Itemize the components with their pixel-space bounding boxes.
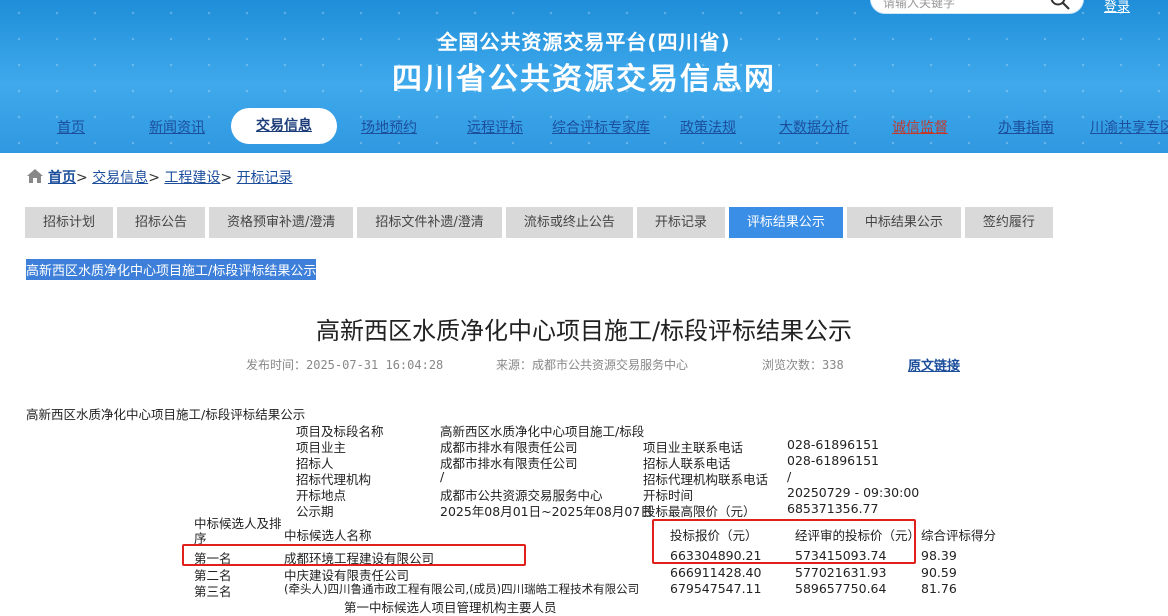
category-tabs: 招标计划 招标公告 资格预审补遗/澄清 招标文件补遗/澄清 流标或终止公告 开标… <box>25 207 1053 238</box>
breadcrumb-home[interactable]: 首页 <box>48 170 76 186</box>
home-icon <box>27 169 43 183</box>
nav-big-data[interactable]: 大数据分析 <box>779 117 849 137</box>
tab-evaluation-result[interactable]: 评标结果公示 <box>728 207 843 238</box>
breadcrumb-sep: > <box>76 170 88 186</box>
candidate-rank: 第三名 <box>194 584 232 599</box>
breadcrumb-trade-info[interactable]: 交易信息 <box>92 170 148 186</box>
candidate-score: 81.76 <box>921 581 957 596</box>
nav-expert-pool[interactable]: 综合评标专家库 <box>552 117 650 137</box>
candidate-reviewed: 577021631.93 <box>795 565 887 580</box>
search-placeholder: 请输入关键字 <box>883 0 956 10</box>
nav-credit-supervision[interactable]: 诚信监督 <box>892 117 948 137</box>
breadcrumb-sep: > <box>220 170 233 186</box>
search-icon[interactable] <box>1049 0 1071 11</box>
view-count: 浏览次数：338 <box>762 358 844 372</box>
footer-line: 第一中标候选人项目管理机构主要人员 <box>344 600 557 615</box>
info-value: 028-61896151 <box>787 453 879 468</box>
doc-heading: 高新西区水质净化中心项目施工/标段评标结果公示 <box>26 407 306 422</box>
info-label: 投标最高限价（元） <box>643 504 756 519</box>
highlight-box-prices <box>652 519 916 564</box>
login-link[interactable]: 登录 <box>1104 0 1130 15</box>
info-value: 成都市排水有限责任公司 <box>440 456 578 471</box>
info-value: 028-61896151 <box>787 437 879 452</box>
tab-award-result[interactable]: 中标结果公示 <box>846 207 961 238</box>
info-value: 2025年08月01日~2025年08月07日 <box>440 504 653 519</box>
tab-bid-notice[interactable]: 招标公告 <box>117 207 206 238</box>
page-title: 高新西区水质净化中心项目施工/标段评标结果公示 <box>315 317 853 345</box>
info-value: 685371356.77 <box>787 501 879 516</box>
highlight-box-first-candidate <box>182 544 526 566</box>
nav-venue-booking[interactable]: 场地预约 <box>361 117 417 137</box>
tab-docs-addendum[interactable]: 招标文件补遗/澄清 <box>357 207 502 238</box>
info-value: 20250729 - 09:30:00 <box>787 485 920 500</box>
candidate-bid: 679547547.11 <box>670 581 762 596</box>
tab-failed-terminated[interactable]: 流标或终止公告 <box>505 207 633 238</box>
breadcrumb-construction[interactable]: 工程建设 <box>164 170 220 186</box>
info-label: 公示期 <box>296 504 334 519</box>
source: 来源：成都市公共资源交易服务中心 <box>496 358 689 372</box>
tab-opening-record[interactable]: 开标记录 <box>636 207 725 238</box>
info-value: / <box>440 469 445 484</box>
candidate-score: 98.39 <box>921 548 957 563</box>
nav-policies[interactable]: 政策法规 <box>680 117 736 137</box>
breadcrumb-bid-opening[interactable]: 开标记录 <box>237 170 293 186</box>
breadcrumb-sep: > <box>148 170 160 186</box>
candidate-name: (牵头人)四川鲁通市政工程有限公司,(成员)四川瑞皓工程技术有限公司 <box>284 582 640 596</box>
publish-time: 发布时间：2025-07-31 16:04:28 <box>246 358 444 372</box>
breadcrumb: 首页> 交易信息> 工程建设> 开标记录 <box>26 167 293 187</box>
nav-remote-evaluation[interactable]: 远程评标 <box>467 117 523 137</box>
col-header-name: 中标候选人名称 <box>284 528 372 543</box>
platform-subtitle: 全国公共资源交易平台(四川省) <box>437 30 731 54</box>
site-title: 四川省公共资源交易信息网 <box>392 62 776 97</box>
site-header: 请输入关键字 登录 全国公共资源交易平台(四川省) 四川省公共资源交易信息网 首… <box>0 0 1168 153</box>
nav-service-guide[interactable]: 办事指南 <box>998 117 1054 137</box>
col-header-rank: 中标候选人及排序 <box>194 516 282 546</box>
col-header-score: 综合评标得分 <box>921 528 997 543</box>
nav-trade-info[interactable]: 交易信息 <box>231 108 337 144</box>
candidate-bid: 666911428.40 <box>670 565 762 580</box>
original-link[interactable]: 原文链接 <box>908 355 960 374</box>
nav-home[interactable]: 首页 <box>57 117 85 137</box>
tab-prequal-addendum[interactable]: 资格预审补遗/澄清 <box>209 207 354 238</box>
candidate-reviewed: 589657750.64 <box>795 581 887 596</box>
tab-bid-plan[interactable]: 招标计划 <box>25 207 114 238</box>
nav-news[interactable]: 新闻资讯 <box>149 117 205 137</box>
search-input[interactable]: 请输入关键字 <box>870 0 1084 14</box>
tab-contract[interactable]: 签约履行 <box>964 207 1053 238</box>
nav-chuanyu-share[interactable]: 川渝共享专区 <box>1090 117 1168 137</box>
candidate-score: 90.59 <box>921 565 957 580</box>
info-value: / <box>787 469 792 484</box>
selected-heading: 高新西区水质净化中心项目施工/标段评标结果公示 <box>26 259 317 280</box>
